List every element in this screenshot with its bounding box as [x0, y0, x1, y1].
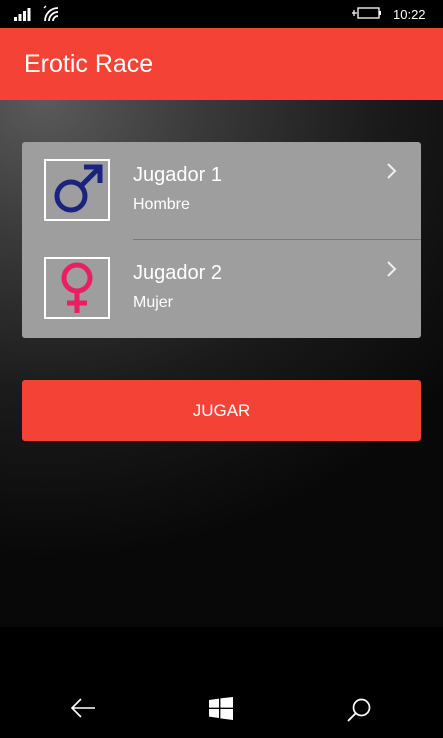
players-card: Jugador 1 Hombre Jugador 2 Mujer [22, 142, 421, 338]
player-row-1[interactable]: Jugador 1 Hombre [22, 142, 421, 240]
status-time: 10:22 [393, 7, 426, 22]
male-symbol-icon [54, 164, 103, 213]
player-1-gender: Hombre [133, 196, 190, 213]
player-1-avatar [44, 159, 110, 221]
main-content: Jugador 1 Hombre Jugador 2 Mujer JUGAR [0, 100, 443, 627]
navigation-bar [0, 627, 443, 738]
search-icon[interactable] [346, 697, 372, 723]
player-1-name: Jugador 1 [133, 164, 222, 186]
player-row-2[interactable]: Jugador 2 Mujer [22, 240, 421, 338]
chevron-right-icon[interactable] [385, 260, 399, 278]
battery-charging-icon [352, 7, 381, 19]
app-title: Erotic Race [24, 50, 154, 78]
signal-icon [14, 8, 31, 21]
play-button[interactable]: JUGAR [22, 380, 421, 441]
back-arrow-icon[interactable] [70, 697, 96, 719]
app-bar: Erotic Race [0, 28, 443, 100]
windows-logo-icon[interactable] [209, 697, 233, 720]
player-2-avatar [44, 257, 110, 319]
chevron-right-icon[interactable] [385, 162, 399, 180]
player-2-name: Jugador 2 [133, 262, 222, 284]
player-2-gender: Mujer [133, 294, 174, 311]
wifi-icon [43, 5, 59, 22]
status-bar: 10:22 [0, 0, 443, 28]
female-symbol-icon [61, 262, 93, 313]
